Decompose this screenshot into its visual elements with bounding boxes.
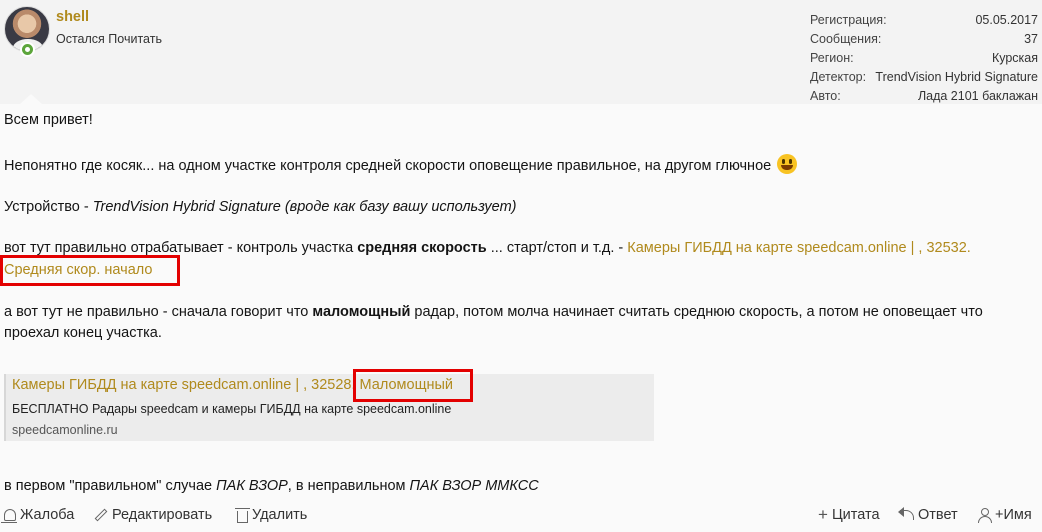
mention-button[interactable]: +Имя bbox=[977, 507, 1032, 523]
edit-button[interactable]: Редактировать bbox=[94, 507, 212, 523]
stat-value: Курская bbox=[991, 51, 1038, 65]
delete-button[interactable]: Удалить bbox=[235, 507, 308, 523]
bold-text: средняя скорость bbox=[357, 240, 487, 256]
paragraph-text: Устройство - bbox=[4, 199, 93, 215]
post-greeting: Всем привет! bbox=[4, 112, 93, 128]
delete-label: Удалить bbox=[252, 507, 308, 523]
reply-icon bbox=[898, 507, 914, 520]
post-paragraph-5-cont: проехал конец участка. bbox=[4, 325, 162, 341]
italic-text: ПАК ВЗОР bbox=[216, 478, 288, 494]
paragraph-text: ... старт/стоп и т.д. - bbox=[486, 240, 628, 256]
report-button[interactable]: Жалоба bbox=[1, 507, 75, 523]
post-paragraph-2: Непонятно где косяк... на одном участке … bbox=[4, 154, 798, 177]
highlight-box bbox=[0, 255, 180, 286]
reply-label: Ответ bbox=[918, 507, 958, 523]
paragraph-text: вот тут правильно отрабатывает - контрол… bbox=[4, 240, 358, 256]
highlight-box bbox=[353, 369, 473, 402]
link-preview-domain: speedcamonline.ru bbox=[12, 423, 118, 437]
post-paragraph-3: Устройство - TrendVision Hybrid Signatur… bbox=[4, 197, 517, 218]
link-preview-card[interactable]: Камеры ГИБДД на карте speedcam.online | … bbox=[4, 374, 654, 441]
stat-region: Регион: Курская bbox=[810, 49, 1038, 68]
grinning-emoji-icon bbox=[777, 154, 798, 174]
paragraph-text: а вот тут не правильно - сначала говорит… bbox=[4, 304, 313, 320]
post-paragraph-6: в первом "правильном" случае ПАК ВЗОР, в… bbox=[4, 476, 539, 497]
stat-label: Авто: bbox=[810, 89, 841, 103]
link-preview-description: БЕСПЛАТНО Радары speedcam и камеры ГИБДД… bbox=[12, 402, 452, 416]
italic-text: ПАК ВЗОР ММКСС bbox=[409, 478, 539, 494]
trash-icon bbox=[235, 507, 250, 523]
pencil-icon bbox=[94, 508, 108, 522]
stat-value: 37 bbox=[1024, 32, 1038, 46]
post-author-header: shell Остался Почитать Регистрация: 05.0… bbox=[0, 0, 1042, 104]
stat-detector: Детектор: TrendVision Hybrid Signature bbox=[810, 68, 1038, 87]
post-actions-bar: Жалоба Редактировать Удалить + Цитата От… bbox=[0, 505, 1042, 529]
stat-value: 05.05.2017 bbox=[975, 13, 1038, 27]
stat-registration: Регистрация: 05.05.2017 bbox=[810, 11, 1038, 30]
stat-label: Регистрация: bbox=[810, 13, 887, 27]
speedcam-link-32532[interactable]: Камеры ГИБДД на карте speedcam.online | … bbox=[627, 240, 971, 256]
stat-value: Лада 2101 баклажан bbox=[917, 89, 1038, 103]
paragraph-text: Непонятно где косяк... на одном участке … bbox=[4, 158, 772, 174]
device-name: TrendVision Hybrid Signature (вроде как … bbox=[92, 199, 517, 215]
stat-label: Сообщения: bbox=[810, 32, 882, 46]
post-paragraph-5: а вот тут не правильно - сначала говорит… bbox=[4, 302, 983, 323]
mention-label: +Имя bbox=[995, 507, 1032, 523]
stat-label: Регион: bbox=[810, 51, 854, 65]
stat-label: Детектор: bbox=[810, 70, 867, 84]
stat-value: TrendVision Hybrid Signature bbox=[875, 70, 1038, 84]
paragraph-text: в первом "правильном" случае bbox=[4, 478, 217, 494]
report-label: Жалоба bbox=[20, 507, 75, 523]
quote-label: Цитата bbox=[831, 507, 880, 523]
bold-text: маломощный bbox=[312, 304, 411, 320]
reply-button[interactable]: Ответ bbox=[898, 507, 958, 523]
plus-icon: + bbox=[818, 505, 828, 524]
user-stats: Регистрация: 05.05.2017 Сообщения: 37 Ре… bbox=[810, 11, 1038, 106]
username-link[interactable]: shell bbox=[56, 9, 89, 25]
stat-messages: Сообщения: 37 bbox=[810, 30, 1038, 49]
edit-label: Редактировать bbox=[112, 507, 213, 523]
stat-car: Авто: Лада 2101 баклажан bbox=[810, 87, 1038, 106]
header-pointer bbox=[20, 94, 42, 104]
bell-icon bbox=[1, 509, 17, 523]
user-title: Остался Почитать bbox=[56, 32, 162, 46]
quote-button[interactable]: + Цитата bbox=[818, 505, 880, 524]
online-status-icon bbox=[20, 42, 35, 57]
paragraph-text: радар, потом молча начинает считать сред… bbox=[410, 304, 983, 320]
user-icon bbox=[977, 508, 992, 523]
paragraph-text: , в неправильном bbox=[287, 478, 410, 494]
